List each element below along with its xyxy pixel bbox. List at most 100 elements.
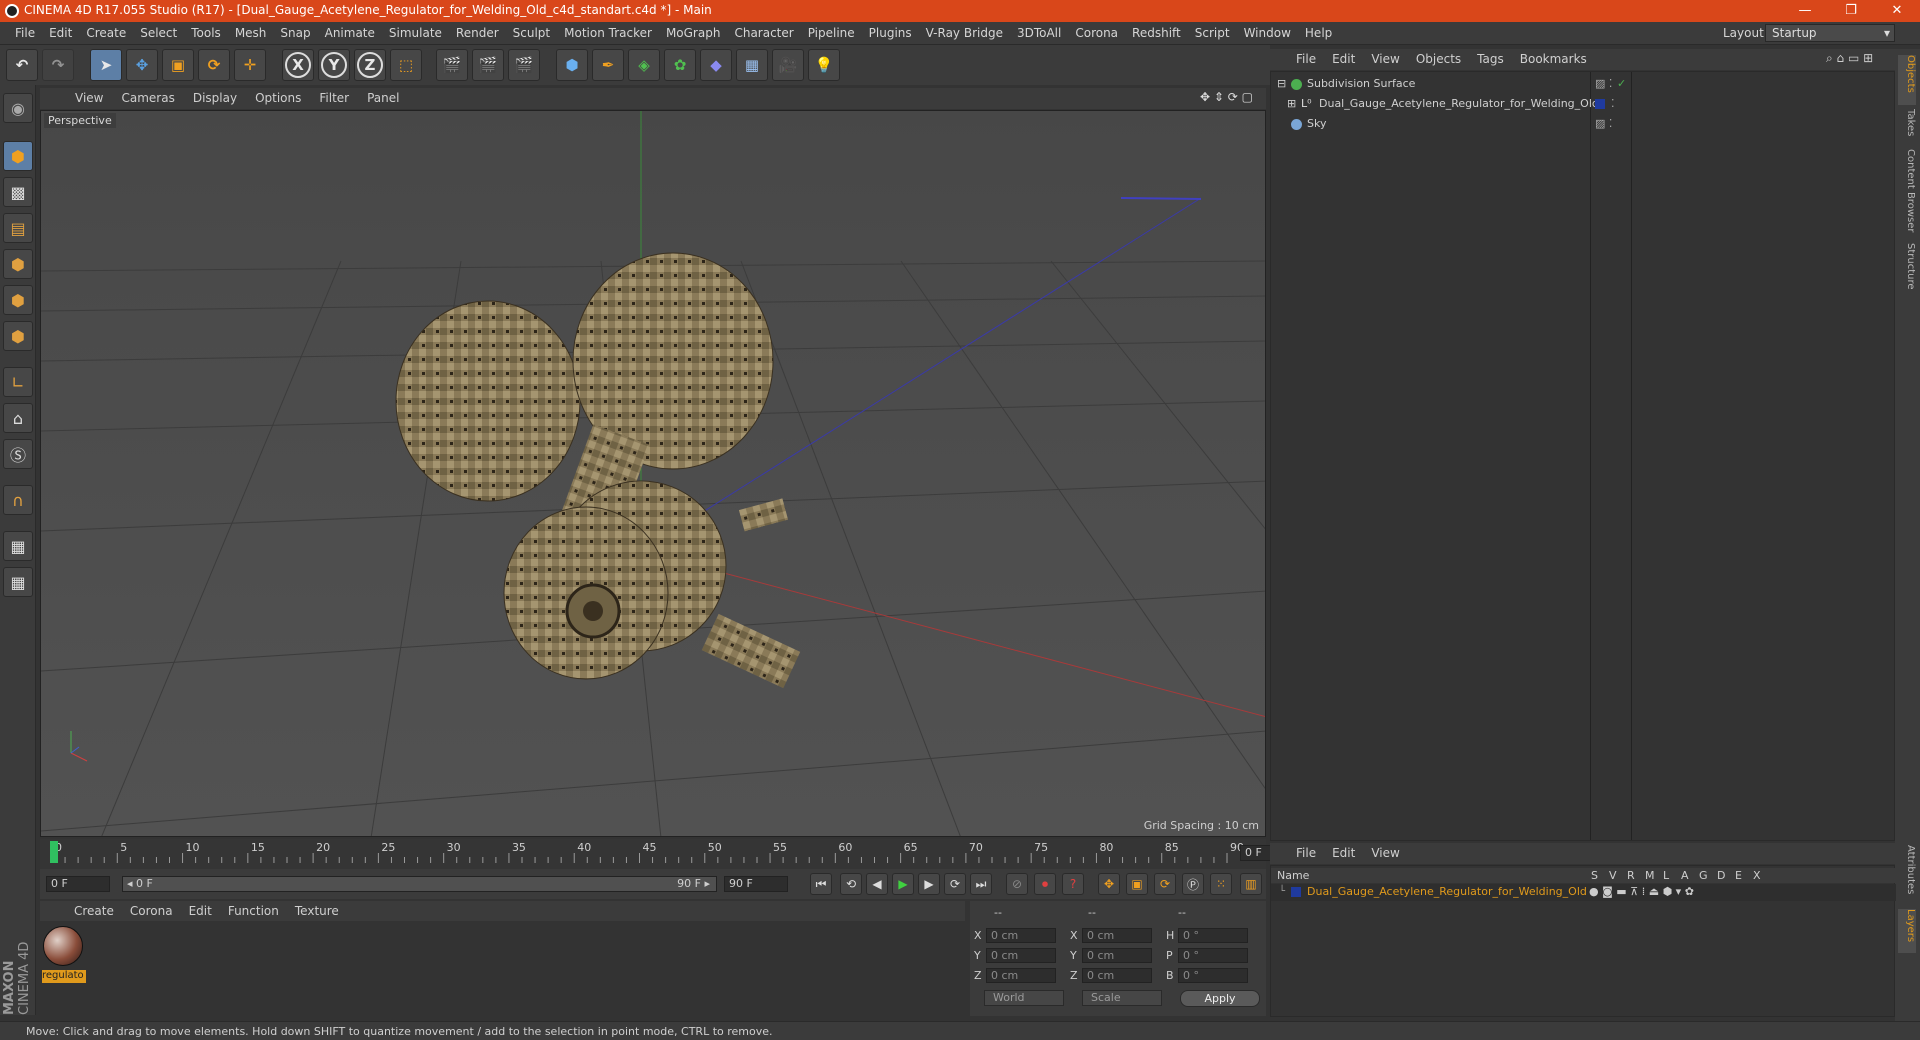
max-frame-field[interactable]: 90 F <box>724 876 788 892</box>
menu-script[interactable]: Script <box>1188 26 1237 40</box>
viewport-menu-display[interactable]: Display <box>184 91 246 105</box>
material-preview-thumbnail[interactable] <box>43 926 83 966</box>
layer-color-icon[interactable] <box>1595 99 1605 109</box>
size-y-field[interactable]: 0 cm <box>1082 948 1152 963</box>
rot-h-field[interactable]: 0 ° <box>1178 928 1248 943</box>
previous-frame-button[interactable]: ◀ <box>866 873 888 895</box>
play-button[interactable]: ▶ <box>892 873 914 895</box>
tree-collapse-icon[interactable]: ⊟ <box>1277 77 1286 90</box>
object-menu-bookmarks[interactable]: Bookmarks <box>1512 52 1595 66</box>
menu-motion-tracker[interactable]: Motion Tracker <box>557 26 659 40</box>
make-editable-button[interactable]: ◉ <box>3 93 33 123</box>
layer-toggle-icons[interactable]: ● ◙ ▬ ⊼ ⁞ ⏏ ⬢ ▾ ✿ <box>1589 885 1694 898</box>
object-manager-icons[interactable]: ⌕ ⌂ ▭ ⊞ <box>1826 51 1873 66</box>
viewport-menu-cameras[interactable]: Cameras <box>112 91 183 105</box>
x-axis-button[interactable]: X <box>282 49 314 81</box>
go-to-start-button[interactable]: ⏮ <box>810 873 832 895</box>
add-light-button[interactable]: 💡 <box>808 49 840 81</box>
add-mograph-button[interactable]: ✿ <box>664 49 696 81</box>
record-active-button[interactable]: ⊘ <box>1006 873 1028 895</box>
tab-layers[interactable]: Layers <box>1898 909 1916 953</box>
menu-tools[interactable]: Tools <box>184 26 228 40</box>
render-view-button[interactable]: 🎬 <box>436 49 468 81</box>
min-frame-field[interactable]: 0 F <box>46 876 110 892</box>
edges-mode-button[interactable]: ⬢ <box>3 285 33 315</box>
object-row-sky[interactable]: Sky ▨ ⁚ <box>1271 114 1896 134</box>
add-deformer-button[interactable]: ◆ <box>700 49 732 81</box>
tab-takes[interactable]: Takes <box>1898 109 1916 149</box>
workplane-mode-button[interactable]: ▤ <box>3 213 33 243</box>
size-x-field[interactable]: 0 cm <box>1082 928 1152 943</box>
menu-3dtoall[interactable]: 3DToAll <box>1010 26 1068 40</box>
recent-tool-button[interactable]: ✛ <box>234 49 266 81</box>
menu-sculpt[interactable]: Sculpt <box>506 26 557 40</box>
rotate-tool-button[interactable]: ⟳ <box>198 49 230 81</box>
key-parameter-button[interactable]: Ⓟ <box>1182 873 1204 895</box>
frame-range-slider[interactable]: ◂ 0 F 90 F ▸ <box>122 876 717 892</box>
timeline-window-button[interactable]: ▥ <box>1240 873 1262 895</box>
magnet-button[interactable]: ∩ <box>3 485 33 515</box>
next-key-button[interactable]: ⟳ <box>944 873 966 895</box>
texture-mode-button[interactable]: ▩ <box>3 177 33 207</box>
edit-render-settings-button[interactable]: 🎬 <box>508 49 540 81</box>
tab-content-browser[interactable]: Content Browser <box>1898 149 1916 239</box>
pos-x-field[interactable]: 0 cm <box>986 928 1056 943</box>
add-camera-button[interactable]: 🎥 <box>772 49 804 81</box>
object-menu-objects[interactable]: Objects <box>1408 52 1469 66</box>
add-subdivision-button[interactable]: ◈ <box>628 49 660 81</box>
object-row-subdivision-surface[interactable]: ⊟ Subdivision Surface ▨ ⁚ ✓ <box>1271 74 1896 94</box>
menu-edit[interactable]: Edit <box>42 26 79 40</box>
size-mode-dropdown[interactable]: Scale <box>1082 990 1162 1006</box>
enabled-check-icon[interactable]: ✓ <box>1617 77 1626 90</box>
object-menu-edit[interactable]: Edit <box>1324 52 1363 66</box>
next-frame-button[interactable]: ▶ <box>918 873 940 895</box>
coordinate-system-button[interactable]: ⬚ <box>390 49 422 81</box>
tab-objects[interactable]: Objects <box>1898 55 1916 105</box>
menu-plugins[interactable]: Plugins <box>862 26 919 40</box>
object-name[interactable]: Subdivision Surface <box>1307 77 1415 90</box>
playhead[interactable] <box>50 841 58 863</box>
visibility-dots[interactable]: ▨ ⁚ <box>1595 77 1612 90</box>
autokey-button[interactable]: ⏺ <box>1034 873 1056 895</box>
points-mode-button[interactable]: ⬢ <box>3 249 33 279</box>
menu-create[interactable]: Create <box>79 26 133 40</box>
viewport-menu-filter[interactable]: Filter <box>310 91 358 105</box>
object-row-regulator[interactable]: ⊞ L⁰ Dual_Gauge_Acetylene_Regulator_for_… <box>1271 94 1896 114</box>
keyframe-selection-button[interactable]: ? <box>1062 873 1084 895</box>
model-mode-button[interactable]: ⬢ <box>3 141 33 171</box>
add-cube-button[interactable]: ⬢ <box>556 49 588 81</box>
object-name[interactable]: Sky <box>1307 117 1326 130</box>
menu-help[interactable]: Help <box>1298 26 1339 40</box>
layer-color-swatch[interactable] <box>1291 887 1301 897</box>
key-rotation-button[interactable]: ⟳ <box>1154 873 1176 895</box>
regulator-model[interactable] <box>395 252 801 689</box>
polygons-mode-button[interactable]: ⬢ <box>3 321 33 351</box>
timeline-ruler[interactable]: 0 5 10 15 20 25 30 35 40 45 50 55 60 65 70 75 80 85 90 0 F <box>40 839 1304 869</box>
menu-file[interactable]: File <box>8 26 42 40</box>
live-selection-button[interactable]: ➤ <box>90 49 122 81</box>
key-scale-button[interactable]: ▣ <box>1126 873 1148 895</box>
layer-menu-view[interactable]: View <box>1363 846 1407 860</box>
material-menu-corona[interactable]: Corona <box>122 904 181 918</box>
layer-menu-edit[interactable]: Edit <box>1324 846 1363 860</box>
pos-z-field[interactable]: 0 cm <box>986 968 1056 983</box>
render-to-picture-viewer-button[interactable]: 🎬 <box>472 49 504 81</box>
menu-animate[interactable]: Animate <box>318 26 382 40</box>
add-floor-button[interactable]: ▦ <box>736 49 768 81</box>
object-menu-file[interactable]: File <box>1288 52 1324 66</box>
minimize-button[interactable]: — <box>1782 0 1828 22</box>
menu-corona[interactable]: Corona <box>1068 26 1125 40</box>
rot-b-field[interactable]: 0 ° <box>1178 968 1248 983</box>
layer-menu-file[interactable]: File <box>1288 846 1324 860</box>
visibility-dots[interactable]: ⁚ <box>1611 97 1615 110</box>
undo-button[interactable]: ↶ <box>6 49 38 81</box>
viewport-menu-panel[interactable]: Panel <box>358 91 408 105</box>
tweak-mode-button[interactable]: ⌂ <box>3 403 33 433</box>
layer-name[interactable]: Dual_Gauge_Acetylene_Regulator_for_Weldi… <box>1307 885 1587 898</box>
pos-y-field[interactable]: 0 cm <box>986 948 1056 963</box>
menu-simulate[interactable]: Simulate <box>382 26 449 40</box>
go-to-end-button[interactable]: ⏭ <box>970 873 992 895</box>
apply-button[interactable]: Apply <box>1180 990 1260 1007</box>
workplane-lock-button[interactable]: ▦ <box>3 531 33 561</box>
add-spline-button[interactable]: ✒ <box>592 49 624 81</box>
